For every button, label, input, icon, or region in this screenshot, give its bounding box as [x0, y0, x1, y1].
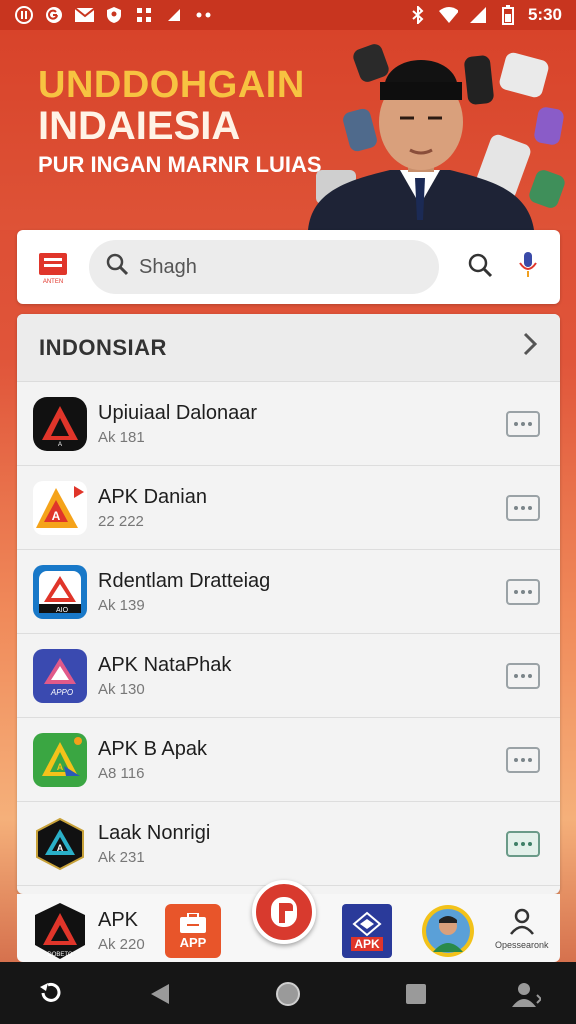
profile-label: Opessearonk	[495, 940, 549, 950]
more-options-button[interactable]	[506, 494, 540, 521]
svg-text:A: A	[57, 762, 64, 772]
dock-app-button[interactable]: APP	[165, 904, 221, 958]
system-navigation-bar	[0, 962, 576, 1024]
recents-button[interactable]	[402, 980, 430, 1008]
svg-text:A: A	[58, 442, 62, 448]
back-button[interactable]	[146, 980, 174, 1008]
hero-title-line1: UNDDOHGAIN	[38, 64, 305, 106]
app-icon: AIO	[33, 564, 87, 619]
cell-signal-icon	[468, 6, 488, 24]
apk-store-label: APK	[351, 937, 383, 951]
app-subtitle: Ak 130	[98, 680, 145, 698]
search-button[interactable]	[465, 252, 495, 282]
microphone-icon	[518, 251, 538, 284]
app-logo[interactable]: ANTEN	[31, 245, 75, 289]
app-icon: A	[33, 732, 87, 787]
clock: 5:30	[527, 5, 562, 24]
app-subtitle: Ak 139	[98, 596, 145, 614]
app-name: Rdentlam Dratteiag	[98, 569, 271, 592]
hero-title-line2: INDAIESIA	[38, 104, 241, 148]
app-icon: A	[33, 817, 87, 871]
app-subtitle: A8 116	[98, 764, 145, 782]
svg-text:APPO: APPO	[50, 688, 73, 697]
voice-search-button[interactable]	[513, 251, 543, 284]
rotate-icon	[40, 982, 61, 1002]
app-name: APK NataPhak	[98, 653, 232, 676]
app-list-item[interactable]: A Laak Nonrigi Ak 231	[17, 802, 560, 886]
svg-text:A: A	[52, 509, 61, 523]
more-options-button[interactable]	[506, 830, 540, 857]
app-store-label: APP	[179, 934, 207, 950]
app-name: Laak Nonrigi	[98, 821, 211, 844]
brand-logo-icon	[271, 897, 297, 927]
dock-profile-button[interactable]: Opessearonk	[495, 908, 549, 950]
dots-icon	[194, 6, 214, 24]
list-title: INDONSIAR	[39, 334, 167, 360]
main-action-button[interactable]	[252, 880, 316, 944]
app-store-icon: APP	[165, 904, 221, 958]
dock-item-subtitle: Ak 220	[98, 936, 145, 953]
app-icon: A	[33, 480, 87, 535]
more-options-button[interactable]	[506, 578, 540, 605]
apk-store-icon: APK	[342, 904, 392, 958]
svg-text:A: A	[57, 843, 64, 853]
app-name: APK Danian	[98, 485, 207, 508]
search-placeholder: Shagh	[139, 255, 197, 278]
more-options-button[interactable]	[506, 410, 540, 437]
search-input[interactable]: Shagh	[89, 240, 439, 294]
search-icon	[467, 252, 493, 283]
app-subtitle: Ak 231	[98, 848, 145, 866]
app-name: Upiuiaal Dalonaar	[98, 401, 257, 424]
app-list-item[interactable]: A APK Danian 22 222	[17, 466, 560, 550]
app-logo-text: ANTEN	[43, 279, 63, 285]
app-list-card: INDONSIAR A Upiuiaal Dalonaar Ak 181 A A…	[17, 314, 560, 894]
grid-icon	[134, 6, 154, 24]
dock-apk-item[interactable]: DOBETO APK Ak 220	[33, 901, 145, 961]
search-bar-card: ANTEN Shagh	[17, 230, 560, 304]
person-portrait-image	[308, 60, 534, 230]
dock-avatar-button[interactable]	[421, 904, 475, 958]
app-list-item[interactable]: AIO Rdentlam Dratteiag Ak 139	[17, 550, 560, 634]
more-options-button[interactable]	[506, 662, 540, 689]
app-name: APK B Apak	[98, 737, 207, 760]
chevron-right-icon[interactable]	[522, 331, 538, 364]
search-icon	[105, 252, 129, 282]
app-subtitle: 22 222	[98, 512, 144, 530]
avatar	[422, 905, 474, 957]
profile-icon	[509, 908, 534, 935]
dock-apk-icon: DOBETO	[35, 903, 85, 959]
app-icon: A	[33, 396, 87, 451]
status-bar: 5:30	[0, 0, 576, 30]
app-list-item[interactable]: A Upiuiaal Dalonaar Ak 181	[17, 382, 560, 466]
shield-icon	[104, 6, 124, 24]
app-notification-icon	[14, 6, 34, 24]
recents-square-icon	[406, 984, 426, 1004]
hero-banner[interactable]: UNDDOHGAIN INDAIESIA PUR INGAN MARNR LUI…	[0, 30, 576, 230]
account-button[interactable]	[510, 980, 542, 1008]
app-list-item[interactable]: APPO APK NataPhak Ak 130	[17, 634, 560, 718]
back-triangle-icon	[151, 984, 169, 1004]
battery-icon	[498, 5, 518, 25]
dock-apk-store-button[interactable]: APK	[342, 904, 392, 958]
bluetooth-icon	[408, 6, 428, 24]
app-list-item[interactable]: A APK B Apak A8 116	[17, 718, 560, 802]
app-subtitle: Ak 181	[98, 428, 145, 446]
hero-subtitle: PUR INGAN MARNR LUIAS	[38, 152, 322, 177]
app-icon: APPO	[33, 648, 87, 703]
signal-small-icon	[164, 6, 184, 24]
svg-text:AIO: AIO	[56, 607, 69, 614]
home-button[interactable]	[274, 980, 302, 1008]
svg-text:DOBETO: DOBETO	[47, 952, 73, 958]
wifi-icon	[438, 6, 458, 24]
account-icon	[512, 983, 541, 1007]
g-notification-icon	[44, 6, 64, 24]
list-header[interactable]: INDONSIAR	[17, 314, 560, 382]
rotate-button[interactable]	[36, 980, 64, 1008]
dock-item-name: APK	[98, 909, 139, 931]
home-circle-icon	[276, 982, 300, 1006]
more-options-button[interactable]	[506, 746, 540, 773]
mail-icon	[74, 6, 94, 24]
